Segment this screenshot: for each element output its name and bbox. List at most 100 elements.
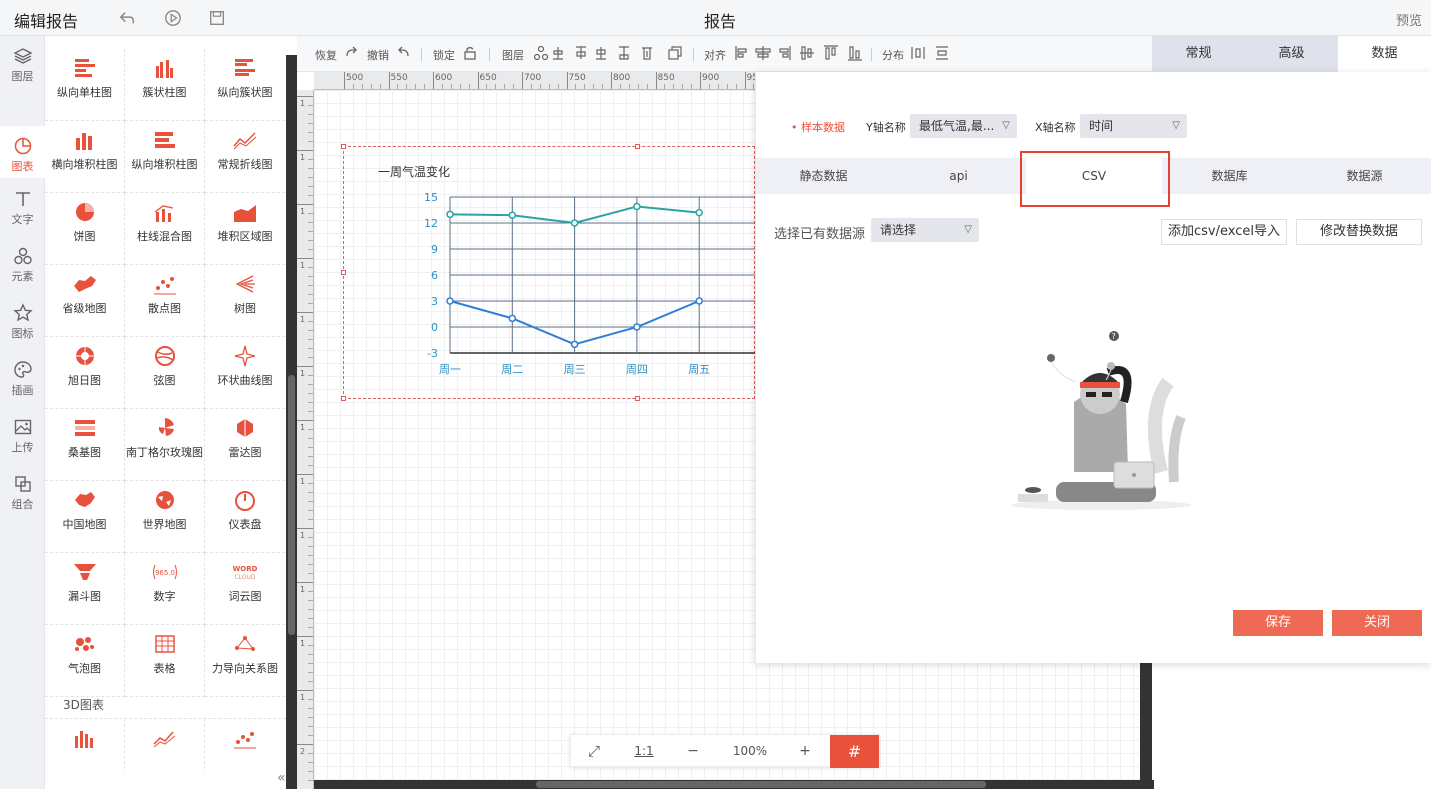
chart-item-26[interactable]: 力导向关系图: [205, 625, 285, 697]
chart-item-3d-line[interactable]: [125, 719, 205, 769]
chart-item-3[interactable]: 横向堆积柱图: [45, 121, 125, 193]
tab-data[interactable]: 数据: [1338, 36, 1431, 72]
back-icon[interactable]: [118, 9, 136, 27]
replace-data-button[interactable]: 修改替换数据: [1296, 219, 1422, 245]
chart-item-13[interactable]: 弦图: [125, 337, 205, 409]
datasource-select[interactable]: 请选择 ▽: [871, 218, 979, 242]
sidebar-item-illustration[interactable]: 插画: [0, 350, 45, 407]
chart-item-7[interactable]: 柱线混合图: [125, 193, 205, 265]
toolbar-divider: [871, 48, 872, 61]
chart-item-19[interactable]: 世界地图: [125, 481, 205, 553]
close-button[interactable]: 关闭: [1332, 610, 1422, 636]
copy-layer-icon[interactable]: [667, 45, 683, 61]
lock-icon[interactable]: [463, 45, 477, 60]
chart-type-icon: [154, 635, 175, 653]
chart-item-22[interactable]: 965.0 数字: [125, 553, 205, 625]
redo-label[interactable]: 恢复: [315, 47, 337, 63]
chart-item-0[interactable]: 纵向单柱图: [45, 49, 125, 121]
layer-order-icons[interactable]: [534, 45, 654, 61]
sidebar-item-icons[interactable]: 图标: [0, 293, 45, 350]
save-button[interactable]: 保存: [1233, 610, 1323, 636]
sample-data-label[interactable]: • 样本数据: [791, 119, 845, 135]
sidebar-item-text[interactable]: 文字: [0, 179, 45, 236]
chart-item-18[interactable]: 中国地图: [45, 481, 125, 553]
import-csv-button[interactable]: 添加csv/excel导入: [1161, 219, 1287, 245]
ruler-label: 1: [300, 99, 306, 108]
tab-advanced[interactable]: 高级: [1245, 36, 1338, 72]
x-axis-select[interactable]: 时间 ▽: [1080, 114, 1187, 138]
distribute-icons[interactable]: [910, 45, 952, 61]
tab-general[interactable]: 常规: [1152, 36, 1245, 72]
fit-screen-button[interactable]: ⤢: [571, 735, 617, 768]
chart-item-3d-scatter[interactable]: [205, 719, 285, 769]
zoom-out-button[interactable]: −: [671, 735, 715, 768]
sidebar-item-elements[interactable]: 元素: [0, 236, 45, 293]
ruler-tick: [611, 72, 612, 89]
chart-item-14[interactable]: 环状曲线图: [205, 337, 285, 409]
chevron-down-icon: ▽: [1002, 120, 1010, 131]
ruler-tick: [344, 72, 345, 89]
zoom-in-button[interactable]: +: [785, 735, 825, 768]
chart-item-9[interactable]: 省级地图: [45, 265, 125, 337]
chart-widget[interactable]: 一周气温变化 15 12 9 6 3 0 -3 周一 周二 周三 周四 周五: [341, 144, 755, 401]
lock-label[interactable]: 锁定: [433, 47, 455, 63]
scrollbar-thumb[interactable]: [536, 781, 986, 788]
y-axis-select[interactable]: 最低气温,最... ▽: [910, 114, 1017, 138]
chart-item-11[interactable]: 树图: [205, 265, 285, 337]
sidebar-item-layers[interactable]: 图层: [0, 36, 45, 93]
sidebar-item-upload[interactable]: 上传: [0, 407, 45, 464]
grid-toggle-button[interactable]: #: [830, 735, 879, 768]
chart-item-17[interactable]: 雷达图: [205, 409, 285, 481]
x-axis-label: X轴名称: [1035, 121, 1076, 134]
undo-label[interactable]: 撤销: [367, 47, 389, 63]
ruler-label: 2: [300, 747, 306, 756]
play-icon[interactable]: [164, 9, 182, 27]
chart-item-10[interactable]: 散点图: [125, 265, 205, 337]
collapse-panel-icon[interactable]: «: [277, 770, 286, 786]
undo-icon[interactable]: [397, 46, 411, 60]
chart-item-label: 环状曲线图: [217, 374, 273, 387]
tab-static-data[interactable]: 静态数据: [756, 158, 891, 194]
chart-item-5[interactable]: 常规折线图: [205, 121, 285, 193]
tab-api[interactable]: api: [891, 158, 1026, 194]
chart-item-25[interactable]: 表格: [125, 625, 205, 697]
ruler-tick: [297, 744, 313, 745]
chart-item-21[interactable]: 漏斗图: [45, 553, 125, 625]
bar-3d-icon: [74, 731, 93, 748]
palette-scrollbar[interactable]: [286, 55, 297, 789]
chart-type-icon: [154, 346, 175, 366]
ruler-label: 1: [300, 261, 306, 270]
chart-item-23[interactable]: WORD CLOUD 词云图: [205, 553, 285, 625]
chart-item-8[interactable]: 堆积区域图: [205, 193, 285, 265]
canvas-scrollbar[interactable]: [314, 780, 1154, 789]
chart-item-20[interactable]: 仪表盘: [205, 481, 285, 553]
redo-icon[interactable]: [344, 46, 358, 60]
chart-type-icon: [155, 60, 173, 78]
chart-item-1[interactable]: 簇状柱图: [125, 49, 205, 121]
sidebar-item-combine[interactable]: 组合: [0, 464, 45, 521]
align-icons[interactable]: [734, 45, 864, 61]
tab-database[interactable]: 数据库: [1162, 158, 1297, 194]
chart-item-label: 气泡图: [68, 662, 101, 675]
chart-item-16[interactable]: 南丁格尔玫瑰图: [125, 409, 205, 481]
zoom-bar: ⤢ 1:1 − 100% + #: [570, 734, 880, 768]
upload-icon: [14, 419, 31, 435]
palette-icon: [13, 361, 32, 378]
chart-item-3d-bar[interactable]: [45, 719, 125, 769]
actual-size-button[interactable]: 1:1: [625, 735, 663, 768]
save-icon[interactable]: [208, 9, 226, 27]
scrollbar-thumb[interactable]: [288, 375, 295, 635]
preview-link[interactable]: 预览: [1396, 10, 1422, 29]
chart-item-6[interactable]: 饼图: [45, 193, 125, 265]
chart-item-2[interactable]: 纵向簇状图: [205, 49, 285, 121]
chart-item-12[interactable]: 旭日图: [45, 337, 125, 409]
chart-icon: [14, 137, 31, 155]
chart-item-24[interactable]: 气泡图: [45, 625, 125, 697]
chart-item-label: 词云图: [228, 590, 262, 603]
data-point: [508, 211, 517, 219]
chart-item-15[interactable]: 桑基图: [45, 409, 125, 481]
ruler-tick: [297, 582, 313, 583]
tab-datasource[interactable]: 数据源: [1297, 158, 1431, 194]
chart-item-4[interactable]: 纵向堆积柱图: [125, 121, 205, 193]
sidebar-item-charts[interactable]: 图表: [0, 126, 45, 178]
